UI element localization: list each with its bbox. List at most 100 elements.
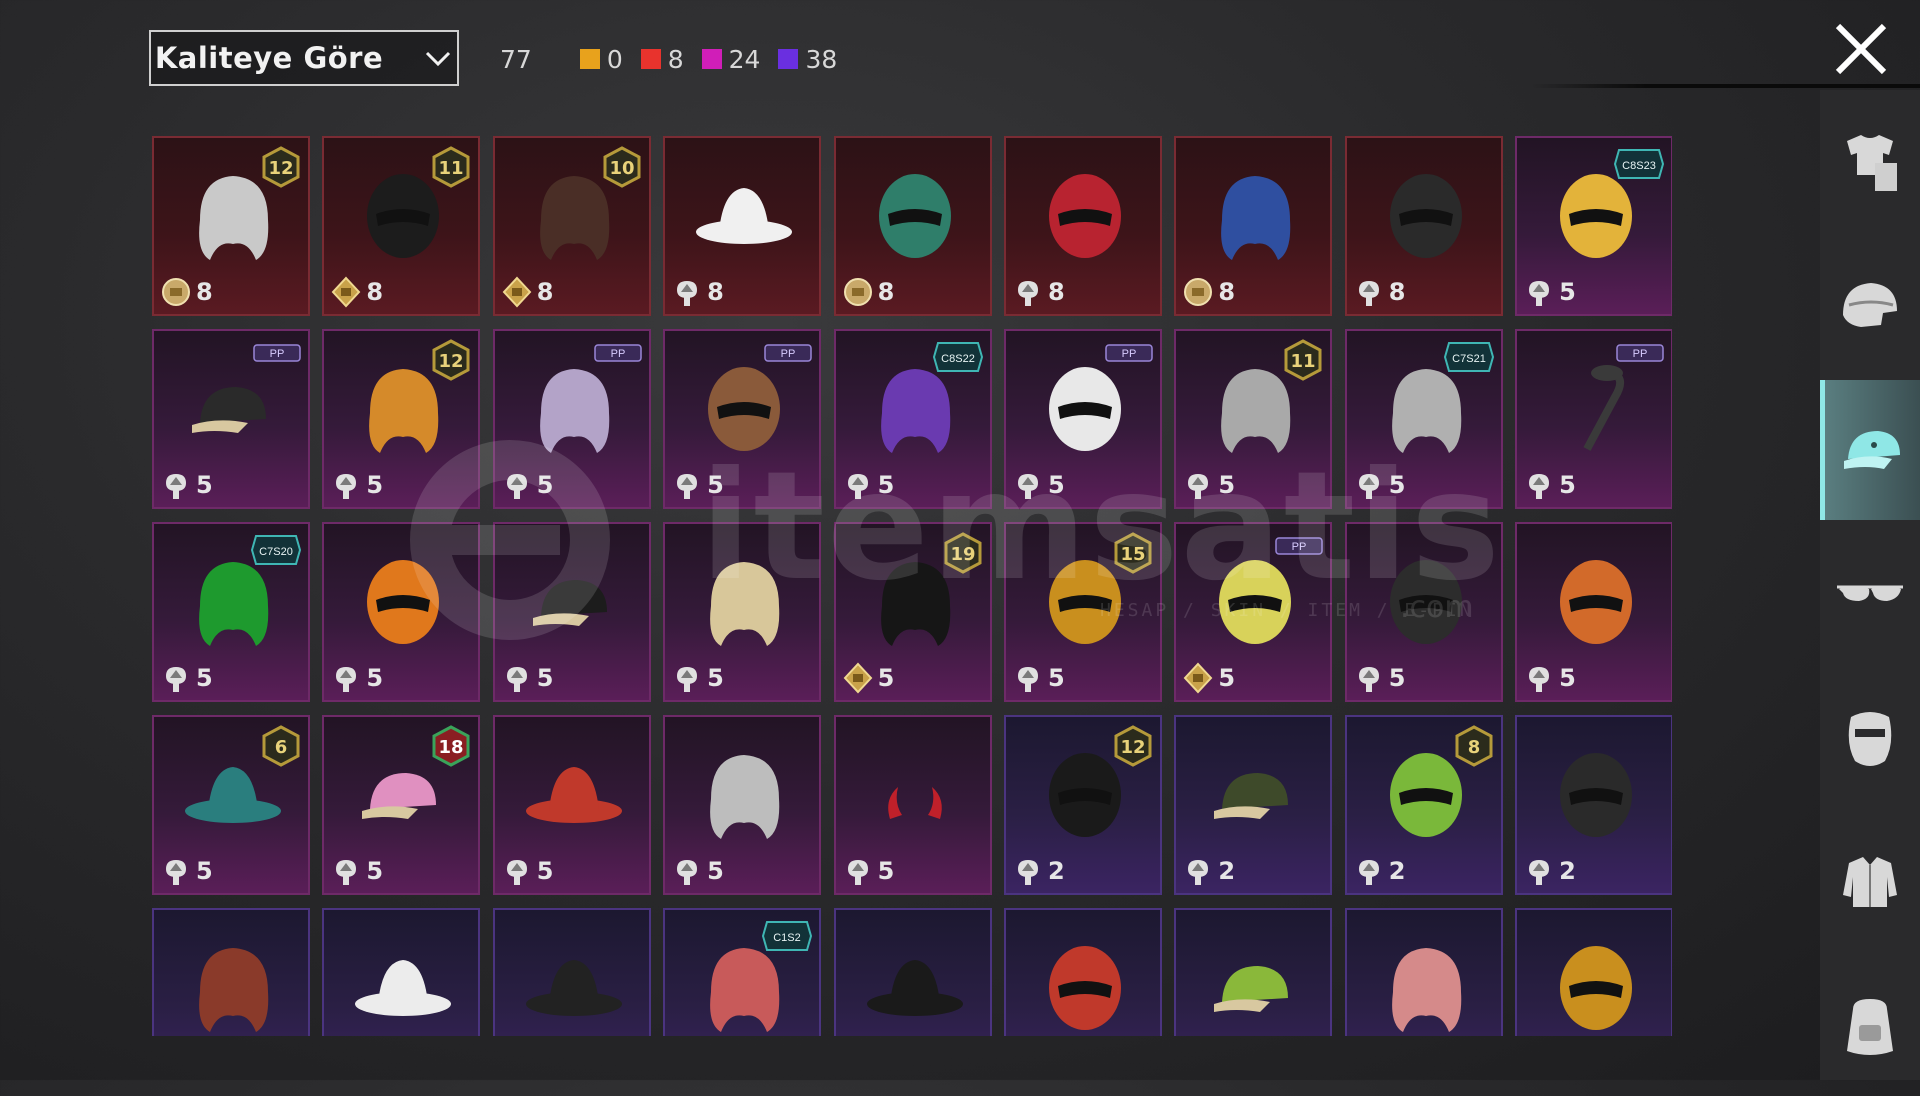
price-value: 2	[1218, 857, 1236, 885]
inventory-item[interactable]: 12 2	[1003, 715, 1162, 895]
price-value: 5	[707, 857, 724, 885]
inventory-item[interactable]: 82	[1344, 715, 1503, 895]
upgrade-ticket-icon	[1358, 281, 1379, 306]
inventory-item[interactable]	[833, 908, 992, 1036]
price-value: 8	[707, 278, 724, 306]
item-price: 5	[1523, 662, 1576, 694]
inventory-item[interactable]: 19 5	[833, 522, 992, 702]
inventory-item[interactable]	[1003, 908, 1162, 1036]
inventory-item[interactable]: 15 5	[1003, 522, 1162, 702]
inventory-item[interactable]: 5	[663, 715, 822, 895]
inventory-item[interactable]	[1344, 908, 1503, 1036]
price-value: 5	[1047, 664, 1065, 692]
ag-coin-icon	[843, 278, 872, 306]
officer-cap-icon	[532, 580, 607, 626]
inventory-item[interactable]: 10 8	[492, 136, 651, 316]
svg-text:C7S20: C7S20	[259, 546, 293, 558]
inventory-item[interactable]: 8	[833, 136, 992, 316]
inventory-item[interactable]: PP 5	[152, 329, 310, 509]
item-price: 8	[160, 276, 213, 308]
inventory-item[interactable]	[152, 908, 310, 1036]
inventory-item[interactable]: 5	[322, 522, 481, 702]
price-value: 5	[1047, 471, 1065, 499]
close-icon[interactable]	[1830, 18, 1892, 80]
inventory-item[interactable]: PP 5	[1515, 329, 1672, 509]
inventory-item[interactable]: 8	[1344, 136, 1503, 316]
inventory-item[interactable]	[492, 908, 651, 1036]
nav-masks[interactable]	[1820, 668, 1920, 808]
inventory-item[interactable]: C7S20 5	[152, 522, 310, 702]
event-badge: PP	[764, 344, 812, 362]
inventory-grid-inner: 12 8 11 8 10 8 8 8 8 8 8 C8S23 5 PP 5 12 5 PP 5 PP 5 C8S22 5 PP…	[152, 136, 1672, 1036]
item-price: 5	[160, 662, 213, 694]
chevron-down-icon	[426, 51, 451, 67]
season-badge: C7S21	[1443, 342, 1494, 372]
inventory-item[interactable]: PP 5	[492, 329, 651, 509]
inventory-item[interactable]: 65	[152, 715, 310, 895]
cap-icon	[1843, 431, 1900, 469]
item-price: 5	[1523, 469, 1576, 501]
inventory-item[interactable]: 18 5	[322, 715, 481, 895]
inventory-item[interactable]: 2	[1174, 715, 1333, 895]
braid-icon	[1583, 365, 1625, 451]
inventory-item[interactable]: 5	[492, 522, 651, 702]
nav-outfits[interactable]	[1820, 92, 1920, 232]
inventory-item[interactable]: 2	[1515, 715, 1672, 895]
price-value: 5	[196, 664, 213, 692]
svg-text:C8S22: C8S22	[941, 353, 975, 365]
item-price: 5	[1523, 276, 1576, 308]
inventory-item[interactable]: 11 8	[322, 136, 481, 316]
glasses-icon	[1837, 585, 1903, 601]
upgrade-ticket-icon	[506, 474, 527, 499]
upgrade-ticket-icon	[677, 860, 698, 885]
inventory-item[interactable]: 12 8	[152, 136, 310, 316]
tier-count-value: 38	[805, 44, 838, 74]
svg-text:11: 11	[1291, 351, 1316, 372]
blonde-curls-icon	[710, 562, 780, 646]
inventory-item[interactable]: C8S23 5	[1515, 136, 1672, 316]
inventory-item[interactable]: 8	[1174, 136, 1333, 316]
inventory-item[interactable]	[1515, 908, 1672, 1036]
inventory-item[interactable]: 5	[1344, 522, 1503, 702]
demon-mask-icon	[1048, 174, 1121, 258]
guard-hat-icon	[525, 767, 622, 823]
inventory-item[interactable]: PP 5	[1174, 522, 1333, 702]
upgrade-ticket-icon	[677, 281, 698, 306]
price-value: 2	[1388, 857, 1406, 885]
green-cap-icon	[1214, 966, 1289, 1012]
item-price: 8	[1012, 276, 1065, 308]
inventory-grid[interactable]: 12 8 11 8 10 8 8 8 8 8 8 C8S23 5 PP 5 12 5 PP 5 PP 5 C8S22 5 PP…	[152, 136, 1672, 1036]
item-price: 2	[1012, 855, 1065, 887]
item-price: 5	[160, 469, 213, 501]
level-badge: 10	[603, 146, 641, 188]
inventory-item[interactable]: 12 5	[322, 329, 481, 509]
inventory-item[interactable]: 5	[663, 522, 822, 702]
inventory-item[interactable]: PP 5	[663, 329, 822, 509]
tier-count-legendary: 0	[579, 45, 623, 74]
nav-jackets[interactable]	[1820, 812, 1920, 952]
svg-text:C7S21: C7S21	[1452, 353, 1486, 365]
upgrade-ticket-icon	[1358, 860, 1379, 885]
inventory-item[interactable]: C7S21 5	[1344, 329, 1503, 509]
inventory-item[interactable]: 8	[663, 136, 822, 316]
inventory-item[interactable]: C1S2	[663, 908, 822, 1036]
inventory-item[interactable]: C8S22 5	[833, 329, 992, 509]
price-value: 5	[707, 664, 724, 692]
inventory-item[interactable]: 5	[833, 715, 992, 895]
inventory-item[interactable]: 5	[1515, 522, 1672, 702]
goggles-hair-icon	[710, 755, 780, 839]
inventory-item[interactable]: 11 5	[1174, 329, 1333, 509]
inventory-item[interactable]: PP 5	[1003, 329, 1162, 509]
sort-dropdown[interactable]: Kaliteye Göre	[149, 30, 459, 86]
price-value: 5	[1559, 471, 1576, 499]
inventory-item[interactable]	[1174, 908, 1333, 1036]
inventory-item[interactable]: 5	[492, 715, 651, 895]
upgrade-ticket-icon	[847, 474, 868, 499]
category-sidebar	[1820, 90, 1920, 1080]
nav-hats[interactable]	[1820, 380, 1920, 520]
nav-glasses[interactable]	[1820, 524, 1920, 664]
nav-backpacks[interactable]	[1820, 956, 1920, 1096]
nav-helmets[interactable]	[1820, 236, 1920, 376]
inventory-item[interactable]: 8	[1003, 136, 1162, 316]
inventory-item[interactable]	[322, 908, 481, 1036]
